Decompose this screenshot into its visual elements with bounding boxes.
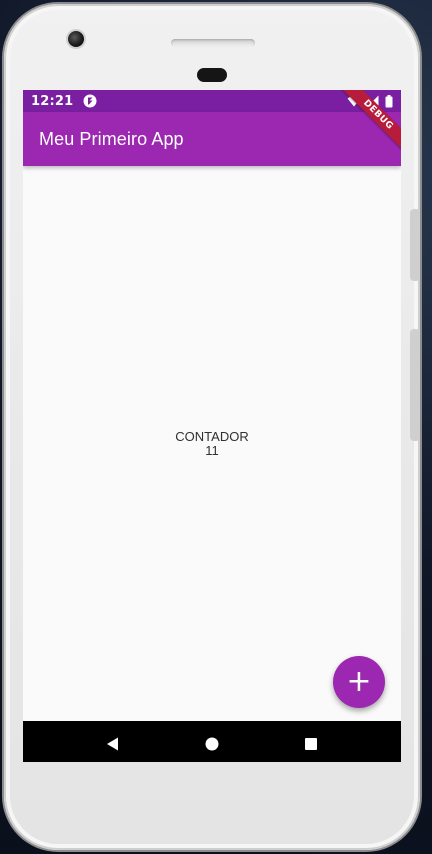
front-camera [68, 31, 84, 47]
counter-value: 11 [205, 442, 219, 458]
status-bar: 12:21 [23, 90, 401, 112]
power-button [410, 329, 420, 441]
proximity-sensor [197, 68, 227, 82]
recents-icon [305, 737, 318, 750]
earpiece-speaker [171, 39, 255, 47]
counter-label: CONTADOR [175, 428, 249, 444]
app-title: Meu Primeiro App [39, 128, 184, 149]
status-left: 12:21 [31, 94, 97, 109]
app-bar: Meu Primeiro App [23, 112, 401, 166]
home-icon [205, 737, 219, 750]
status-time: 12:21 [31, 93, 74, 109]
device-screen: 12:21 Meu Primeiro App DEBUG CONTADOR 11… [23, 90, 401, 762]
battery-icon [385, 94, 393, 108]
volume-button [410, 209, 420, 281]
nav-recents-button[interactable] [295, 728, 327, 760]
nav-home-button[interactable] [196, 728, 228, 760]
increment-fab[interactable]: + [333, 656, 385, 708]
system-nav-bar [23, 721, 401, 762]
counter-display: CONTADOR 11 [23, 166, 401, 721]
back-icon [106, 737, 118, 750]
phone-frame: 12:21 Meu Primeiro App DEBUG CONTADOR 11… [4, 4, 420, 850]
flutter-icon [83, 94, 97, 108]
nav-back-button[interactable] [97, 728, 129, 760]
add-icon: + [346, 664, 372, 699]
